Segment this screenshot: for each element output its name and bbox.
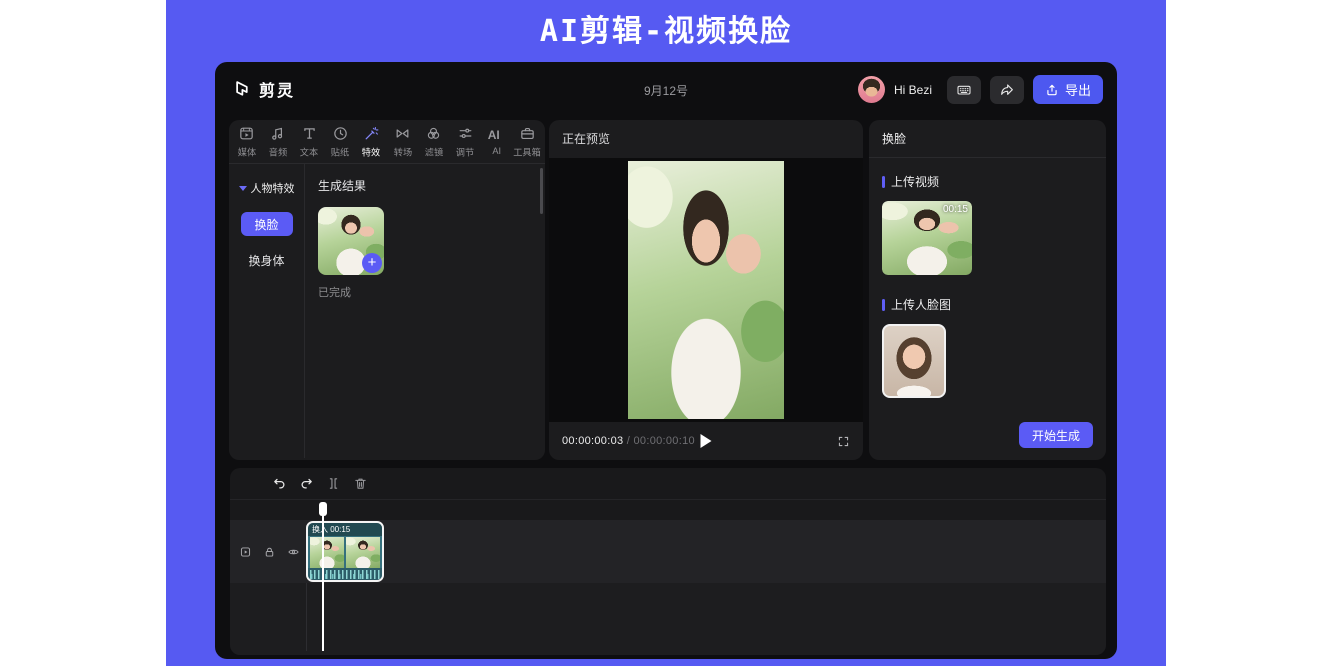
split-button[interactable] xyxy=(322,473,344,495)
face-swap-title: 换脸 xyxy=(869,120,1106,158)
tab-transitions[interactable]: 转场 xyxy=(387,120,418,163)
tab-media[interactable]: 媒体 xyxy=(231,120,262,163)
time-separator: / xyxy=(623,435,633,447)
results-area: 生成结果 + 已完成 xyxy=(305,164,545,458)
video-track: 换入 00:15 xyxy=(230,520,1106,583)
category-person-effects[interactable]: 人物特效 xyxy=(239,180,295,196)
timeline-clip[interactable]: 换入 00:15 xyxy=(306,521,384,582)
assets-panel: 媒体 音频 文本 贴纸 特效 xyxy=(229,120,545,460)
scrollbar-thumb[interactable] xyxy=(540,168,543,214)
text-icon xyxy=(301,125,318,142)
share-icon xyxy=(999,82,1015,98)
tab-toolbox[interactable]: 工具箱 xyxy=(512,120,543,163)
avatar[interactable] xyxy=(858,76,885,103)
category-item-face-swap[interactable]: 换脸 xyxy=(241,212,293,236)
results-title: 生成结果 xyxy=(318,177,532,194)
upload-face-label: 上传人脸图 xyxy=(882,296,1093,313)
tab-ai[interactable]: AI AI xyxy=(481,120,512,163)
total-time: 00:00:00:10 xyxy=(634,435,695,447)
media-icon xyxy=(238,125,255,142)
sliders-icon xyxy=(457,125,474,142)
lock-icon[interactable] xyxy=(263,545,276,558)
result-thumbnail[interactable]: + xyxy=(318,207,384,275)
category-item-body-swap[interactable]: 换身体 xyxy=(248,252,284,269)
keyboard-icon xyxy=(956,82,972,98)
fullscreen-icon xyxy=(837,435,850,448)
preview-panel: 正在预览 00:00:00:03 / 00:00:00:10 xyxy=(549,120,863,460)
upload-video-label: 上传视频 xyxy=(882,173,1093,190)
timeline-panel: 换入 00:15 xyxy=(230,468,1106,655)
redo-button[interactable] xyxy=(295,473,317,495)
playhead-line[interactable] xyxy=(322,502,324,651)
track-type-icon[interactable] xyxy=(239,545,252,558)
magic-wand-icon xyxy=(363,125,380,142)
filter-icon xyxy=(425,125,442,142)
tab-effects[interactable]: 特效 xyxy=(356,120,387,163)
playhead-handle[interactable] xyxy=(319,502,327,516)
undo-button[interactable] xyxy=(268,473,290,495)
empty-track-area xyxy=(230,583,1106,655)
transition-icon xyxy=(394,125,411,142)
tab-text[interactable]: 文本 xyxy=(293,120,324,163)
preview-controls: 00:00:00:03 / 00:00:00:10 xyxy=(549,422,863,460)
export-icon xyxy=(1045,83,1059,97)
sticker-icon xyxy=(332,125,349,142)
clip-frame xyxy=(346,537,380,569)
effect-categories: 人物特效 换脸 换身体 xyxy=(229,164,305,458)
tab-adjust[interactable]: 调节 xyxy=(449,120,480,163)
preview-title: 正在预览 xyxy=(549,120,863,158)
tabstrip: 媒体 音频 文本 贴纸 特效 xyxy=(229,120,545,164)
toolbox-icon xyxy=(519,125,536,142)
play-button[interactable] xyxy=(701,434,712,448)
video-duration-badge: 00:15 xyxy=(943,204,968,215)
add-to-track-button[interactable]: + xyxy=(362,253,382,273)
tab-filters[interactable]: 滤镜 xyxy=(418,120,449,163)
clip-label: 换入 00:15 xyxy=(308,523,382,536)
preview-video[interactable] xyxy=(628,161,784,419)
redo-icon xyxy=(299,476,314,491)
face-swap-panel: 换脸 上传视频 00:15 上传人脸图 开始生成 xyxy=(869,120,1106,460)
generate-button[interactable]: 开始生成 xyxy=(1019,422,1093,448)
trash-icon xyxy=(353,476,368,491)
split-icon xyxy=(326,476,341,491)
section-bar xyxy=(882,299,885,311)
result-status: 已完成 xyxy=(318,284,532,300)
clip-frame xyxy=(310,537,344,569)
clip-frames xyxy=(308,536,382,569)
audio-icon xyxy=(269,125,286,142)
page: AI剪辑-视频换脸 AI剪辑-视频换脸 剪灵 9月12号 Hi Bezi xyxy=(0,0,1332,666)
share-button[interactable] xyxy=(990,76,1024,104)
topbar: 剪灵 9月12号 Hi Bezi 导出 xyxy=(215,62,1117,118)
eye-icon[interactable] xyxy=(287,545,300,558)
section-bar xyxy=(882,176,885,188)
export-button[interactable]: 导出 xyxy=(1033,75,1103,104)
undo-icon xyxy=(272,476,287,491)
clip-start-guide xyxy=(306,583,307,651)
uploaded-video-thumbnail[interactable]: 00:15 xyxy=(882,201,972,275)
clip-waveform xyxy=(308,568,382,580)
ai-icon: AI xyxy=(488,127,505,144)
fullscreen-button[interactable] xyxy=(837,435,850,448)
timecode: 00:00:00:03 / 00:00:00:10 xyxy=(562,435,695,447)
tab-audio[interactable]: 音频 xyxy=(262,120,293,163)
app-window: 剪灵 9月12号 Hi Bezi 导出 xyxy=(215,62,1117,659)
video-stage xyxy=(549,158,863,422)
export-label: 导出 xyxy=(1065,80,1091,99)
chevron-down-icon xyxy=(239,186,247,191)
timeline-toolbar xyxy=(230,468,1106,500)
page-title: AI剪辑-视频换脸 xyxy=(0,6,1332,50)
shortcuts-button[interactable] xyxy=(947,76,981,104)
uploaded-face-thumbnail[interactable] xyxy=(882,324,946,398)
delete-button[interactable] xyxy=(349,473,371,495)
tab-sticker[interactable]: 贴纸 xyxy=(325,120,356,163)
current-time: 00:00:00:03 xyxy=(562,435,623,447)
user-greeting: Hi Bezi xyxy=(894,83,932,97)
